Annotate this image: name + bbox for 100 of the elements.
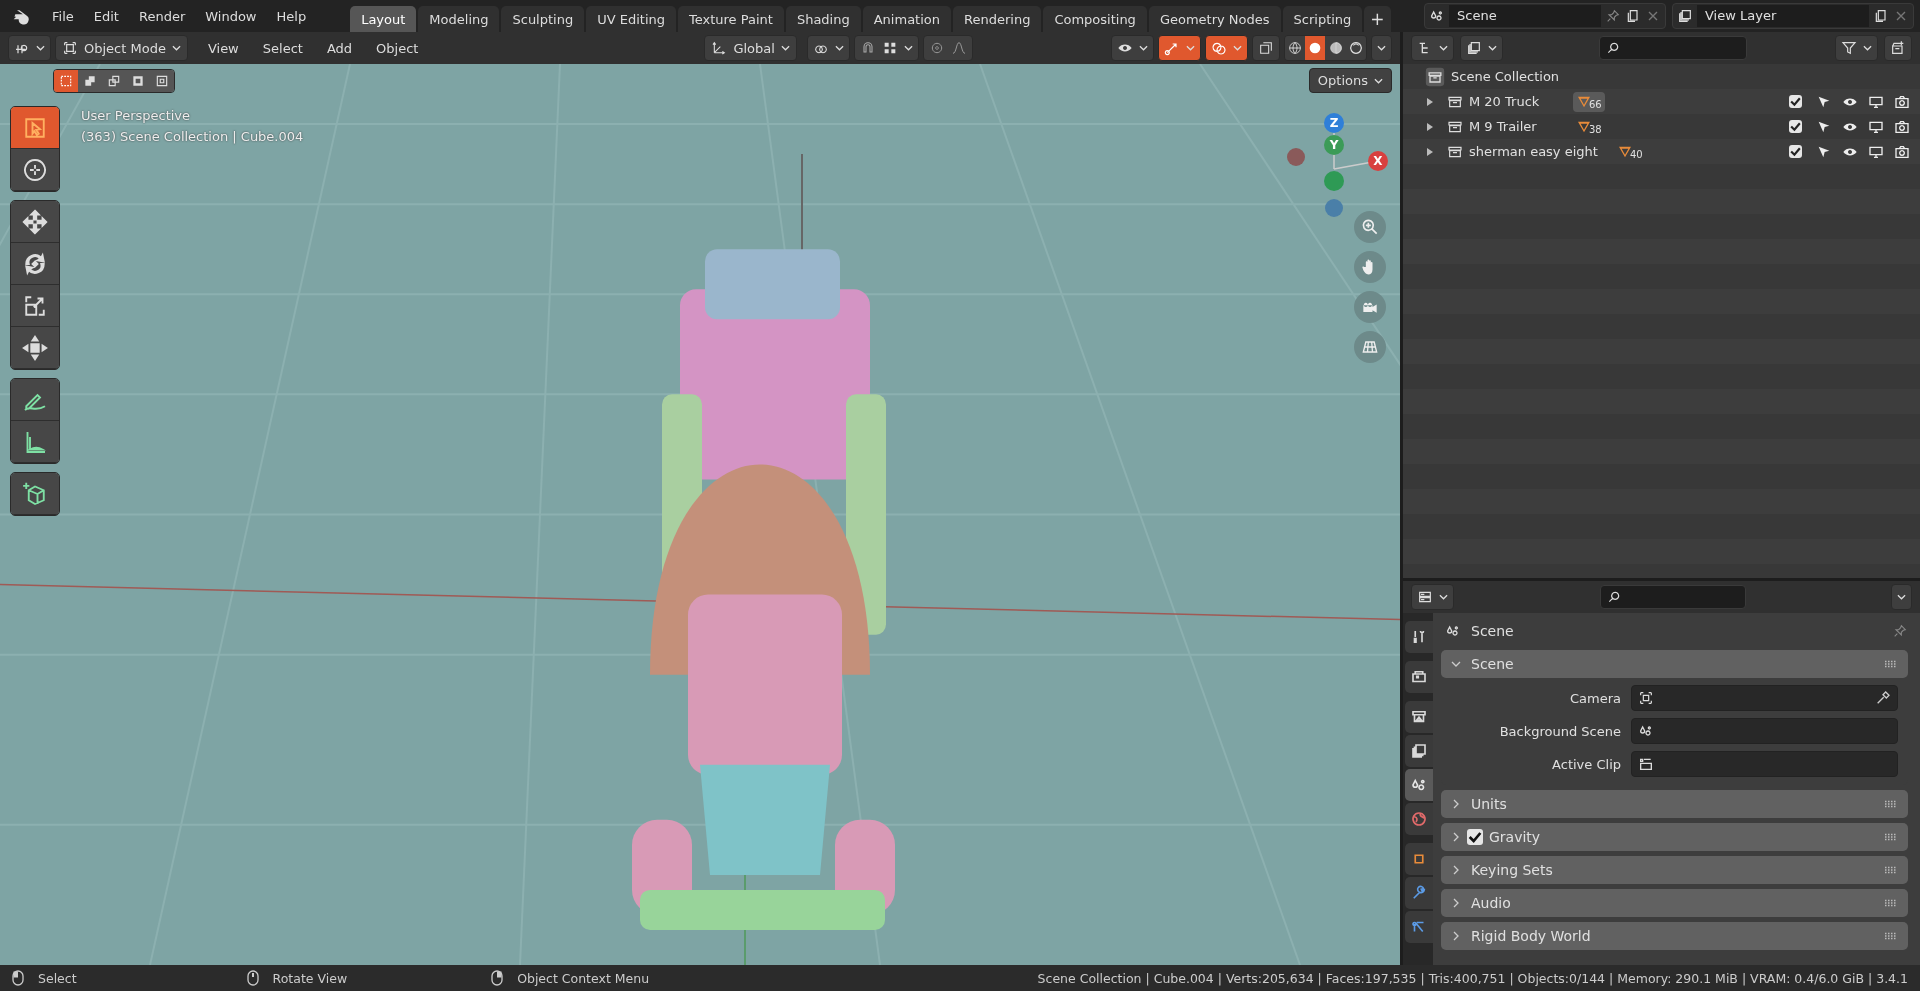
shading-options-dropdown[interactable] [1371,35,1392,61]
caret-icon[interactable] [1138,45,1148,51]
orientation-dropdown[interactable]: Global [704,35,797,61]
camera-icon[interactable] [1894,93,1910,110]
pin-icon[interactable] [1892,623,1908,639]
workspace-tab[interactable]: Compositing [1043,6,1147,32]
add-cube-tool[interactable] [11,473,59,515]
overlay-toggle[interactable] [1204,35,1248,61]
search-field[interactable] [1599,36,1747,60]
caret-icon[interactable] [834,45,844,51]
move-tool[interactable] [11,201,59,243]
zoom-icon[interactable] [1360,217,1380,237]
toggles-icon[interactable] [1417,589,1433,605]
search-icon[interactable] [1606,41,1620,55]
layers-icon[interactable] [1410,742,1428,760]
caret-icon[interactable] [1374,77,1383,84]
select-extend-button[interactable] [78,70,102,92]
editor-type-button[interactable] [1411,584,1454,610]
collection-name[interactable]: sherman easy eight [1469,144,1598,159]
caret-icon[interactable] [171,45,181,51]
selection-mode-icon[interactable] [107,74,121,88]
menu-item[interactable]: Add [316,40,363,56]
filter-view-dropdown[interactable] [1460,35,1503,61]
wrench-icon[interactable] [1410,884,1428,902]
pivot-dropdown[interactable] [806,35,850,61]
workspace-tab[interactable]: Texture Paint [678,6,784,32]
drag-handle-icon[interactable] [1884,899,1898,907]
search-field[interactable] [1600,585,1746,609]
caret-icon[interactable] [1488,45,1497,51]
printer-tab[interactable] [1405,701,1433,733]
falloff-curve-icon[interactable] [950,40,967,56]
drag-handle-icon[interactable] [1884,800,1898,808]
caret-icon[interactable] [780,45,790,51]
menu-item[interactable]: Select [252,40,313,56]
menu-item[interactable]: Render [128,8,196,24]
chevron-icon[interactable] [1451,865,1461,875]
eyedropper-icon[interactable] [1875,690,1891,706]
select-set-button[interactable] [54,70,78,92]
caret-icon[interactable] [1439,45,1448,51]
chevron-icon[interactable] [1451,832,1461,842]
drag-handle-icon[interactable] [1884,660,1898,668]
nodes-tab[interactable] [1405,911,1433,943]
workspace-tab[interactable]: Animation [862,6,951,32]
camera-icon[interactable] [1894,118,1910,135]
select-box-tool[interactable] [11,107,59,149]
panel-header[interactable]: Units [1441,790,1908,818]
menu-item[interactable]: Edit [83,8,129,24]
workspace-tab[interactable]: Scripting [1282,6,1363,32]
filter-dropdown[interactable] [1835,35,1878,61]
chevron-icon[interactable] [1451,659,1461,669]
panel-header[interactable]: Audio [1441,889,1908,917]
new-collection-icon[interactable] [1890,40,1906,56]
expand-arrow-icon[interactable] [1427,122,1433,131]
menu-item[interactable]: Help [266,8,317,24]
panel-header[interactable]: Scene [1441,650,1908,678]
workspace-tab[interactable]: Geometry Nodes [1148,6,1281,32]
scene-tab[interactable] [1405,769,1433,801]
drag-handle-icon[interactable] [1884,932,1898,940]
wrench-tab[interactable] [1405,877,1433,909]
drag-handle-icon[interactable] [1884,866,1898,874]
menu-item[interactable]: Object [366,40,429,56]
expand-arrow-icon[interactable] [1427,97,1433,106]
workspace-tab[interactable]: Rendering [953,6,1042,32]
caret-icon[interactable] [1439,594,1448,600]
checkbox[interactable] [1467,829,1483,845]
xray-toggle[interactable] [1251,35,1280,61]
caret-icon[interactable] [1863,45,1872,51]
proportional-edit-button[interactable] [922,35,973,61]
collection-name[interactable]: M 20 Truck [1469,94,1557,109]
chevron-icon[interactable] [1451,799,1461,809]
workspace-tab[interactable]: Sculpting [501,6,585,32]
visibility-dropdown[interactable] [1110,35,1154,61]
panel-header[interactable]: Keying Sets [1441,856,1908,884]
options-dropdown[interactable] [1891,584,1912,610]
caret-icon[interactable] [903,45,913,51]
panel-header[interactable]: Rigid Body World [1441,922,1908,950]
globe-icon[interactable] [1410,810,1428,828]
menu-item[interactable]: View [197,40,249,56]
filter-icon[interactable] [1841,40,1857,56]
layers-tab[interactable] [1405,735,1433,767]
xray-icon[interactable] [1257,40,1274,56]
globe-tab[interactable] [1405,803,1433,835]
input-field[interactable] [1631,718,1898,744]
collection-name[interactable]: M 9 Trailer [1469,119,1557,134]
chevron-icon[interactable] [1451,898,1461,908]
selection-mode-icon[interactable] [83,74,97,88]
scale-tool[interactable] [11,285,59,327]
input-field[interactable] [1631,751,1898,777]
display-mode-dropdown[interactable] [1411,35,1454,61]
caret-icon[interactable] [1377,45,1386,51]
checkbox[interactable] [1789,120,1802,133]
search-icon[interactable] [1607,590,1621,604]
checkbox[interactable] [1789,95,1802,108]
pencil-tool[interactable] [11,379,59,421]
arrow-icon[interactable] [1163,40,1180,56]
layers-icon[interactable] [1466,40,1482,56]
cursor-tool[interactable] [11,149,59,191]
scene-icon[interactable] [1638,723,1654,739]
axes-icon[interactable] [711,40,728,56]
add-workspace-button[interactable]: + [1364,6,1391,32]
